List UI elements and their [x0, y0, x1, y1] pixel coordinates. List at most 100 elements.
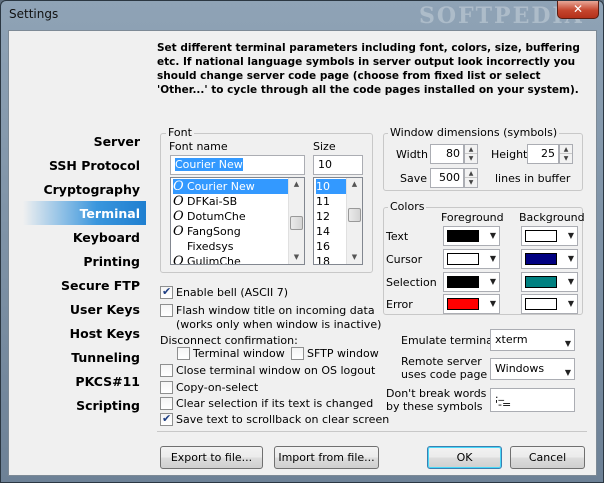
sftp-window-checkbox[interactable]	[291, 347, 304, 360]
disconnect-confirmation-label: Disconnect confirmation:	[160, 334, 298, 347]
emulate-terminal-select[interactable]: xterm ▼	[490, 329, 575, 351]
import-button[interactable]: Import from file...	[274, 446, 379, 469]
ok-button[interactable]: OK	[427, 446, 502, 469]
opentype-icon: O	[173, 209, 184, 224]
color-swatch	[447, 230, 479, 242]
spin-up-icon: ▲	[465, 169, 477, 178]
flash-title-label: Flash window title on incoming data	[176, 304, 375, 317]
nav-item-user-keys[interactable]: User Keys	[70, 302, 140, 317]
codepage-label-line1: Remote server	[401, 355, 482, 368]
save-scrollback-checkbox[interactable]	[160, 412, 173, 426]
color-row-label: Error	[386, 298, 413, 311]
scroll-thumb[interactable]	[348, 208, 361, 222]
nav-item-tunneling[interactable]: Tunneling	[71, 350, 140, 365]
codepage-select[interactable]: Windows ▼	[490, 358, 575, 380]
nav-item-ssh-protocol[interactable]: SSH Protocol	[49, 158, 140, 173]
list-item[interactable]: O GulimChe	[173, 254, 241, 264]
nav-item-terminal[interactable]: Terminal	[80, 206, 140, 221]
list-item[interactable]: 11	[316, 194, 330, 209]
title-bar[interactable]: Settings SOFTPEDIA ✕	[1, 1, 603, 29]
save-input[interactable]: 500	[430, 168, 464, 188]
height-label: Height	[491, 148, 528, 161]
flash-title-checkbox[interactable]	[160, 304, 173, 317]
width-spinner[interactable]: ▲ ▼	[464, 144, 478, 164]
font-size-input[interactable]: 10	[313, 155, 363, 175]
color-row-label: Selection	[386, 276, 437, 289]
list-item[interactable]: 18	[316, 254, 330, 264]
font-name-input[interactable]: Courier New	[170, 155, 305, 175]
dropdown-arrow-icon: ▼	[564, 339, 571, 348]
spin-down-icon: ▼	[563, 155, 569, 162]
list-item[interactable]: Fixedsys	[173, 239, 233, 254]
scroll-down-icon[interactable]: ▼	[292, 253, 301, 261]
cursor-fg-color-picker[interactable]: ▼	[443, 249, 500, 269]
font-list-scrollbar[interactable]: ▲ ▼	[288, 178, 304, 264]
save-suffix-label: lines in buffer	[495, 172, 571, 185]
cancel-button[interactable]: Cancel	[510, 446, 585, 469]
save-spinner[interactable]: ▲ ▼	[464, 168, 478, 188]
scroll-up-icon[interactable]: ▲	[350, 180, 359, 188]
close-icon: ✕	[572, 2, 584, 16]
scroll-up-icon[interactable]: ▲	[292, 180, 301, 188]
size-list-scrollbar[interactable]: ▲ ▼	[346, 178, 362, 264]
terminal-window-checkbox[interactable]	[177, 347, 190, 360]
error-fg-color-picker[interactable]: ▼	[443, 294, 500, 314]
cursor-bg-color-picker[interactable]: ▼	[521, 249, 578, 269]
nav-item-pkcs11[interactable]: PKCS#11	[75, 374, 140, 389]
height-spinner[interactable]: ▲ ▼	[559, 144, 573, 164]
nobreak-label-line2: by these symbols	[386, 400, 483, 413]
color-swatch	[447, 298, 479, 310]
colors-group-label: Colors	[388, 200, 427, 213]
nav-item-printing[interactable]: Printing	[83, 254, 140, 269]
separator	[157, 431, 587, 432]
list-item[interactable]: 16	[316, 239, 330, 254]
opentype-icon: O	[173, 194, 184, 209]
nobreak-symbols-line2: '-=	[495, 398, 512, 411]
nav-item-cryptography[interactable]: Cryptography	[43, 182, 140, 197]
color-row-label: Cursor	[386, 253, 423, 266]
list-item[interactable]: 14	[316, 224, 330, 239]
close-on-logout-checkbox[interactable]	[160, 364, 173, 377]
list-item[interactable]: 12	[316, 209, 330, 224]
list-item[interactable]: O FangSong	[173, 224, 241, 239]
nav-item-secure-ftp[interactable]: Secure FTP	[61, 278, 140, 293]
error-bg-color-picker[interactable]: ▼	[521, 294, 578, 314]
save-label: Save	[400, 172, 428, 185]
font-group-label: Font	[166, 126, 194, 139]
scroll-down-icon[interactable]: ▼	[350, 253, 359, 261]
dropdown-arrow-icon: ▼	[489, 299, 496, 308]
settings-window: Settings SOFTPEDIA ✕ Set different termi…	[0, 0, 604, 483]
list-item[interactable]: O DotumChe	[173, 209, 246, 224]
nav-item-keyboard[interactable]: Keyboard	[73, 230, 140, 245]
selection-fg-color-picker[interactable]: ▼	[443, 272, 500, 292]
color-swatch	[447, 253, 479, 265]
list-item[interactable]: O Courier New	[173, 179, 288, 194]
list-item[interactable]: O DFKai-SB	[173, 194, 237, 209]
nav-item-scripting[interactable]: Scripting	[76, 398, 140, 413]
enable-bell-checkbox[interactable]	[160, 285, 173, 299]
selection-bg-color-picker[interactable]: ▼	[521, 272, 578, 292]
copy-on-select-checkbox[interactable]	[160, 381, 173, 394]
nav-item-server[interactable]: Server	[94, 134, 140, 149]
spin-down-icon: ▼	[468, 179, 474, 186]
color-row-label: Text	[386, 230, 409, 243]
close-button[interactable]: ✕	[557, 1, 599, 19]
codepage-label-line2: uses code page	[401, 368, 488, 381]
width-input[interactable]: 80	[430, 144, 464, 164]
text-bg-color-picker[interactable]: ▼	[521, 226, 578, 246]
list-item[interactable]: 10	[316, 179, 346, 194]
font-name-list[interactable]: O Courier New O DFKai-SB O DotumChe O FangSo…	[170, 177, 305, 265]
export-button[interactable]: Export to file...	[160, 446, 263, 469]
text-fg-color-picker[interactable]: ▼	[443, 226, 500, 246]
font-size-label: Size	[313, 140, 336, 153]
background-header: Background	[519, 211, 585, 224]
nobreak-symbols-input[interactable]: ._ '-=	[490, 388, 575, 412]
scroll-thumb[interactable]	[290, 216, 303, 230]
emulate-terminal-label: Emulate terminal	[401, 334, 496, 347]
nobreak-label-line1: Don't break words	[386, 387, 487, 400]
nav-item-host-keys[interactable]: Host Keys	[70, 326, 140, 341]
height-input[interactable]: 25	[527, 144, 559, 164]
codepage-value: Windows	[495, 362, 545, 375]
font-size-list[interactable]: 10 11 12 14 16 18 ▲ ▼	[313, 177, 363, 265]
clear-selection-checkbox[interactable]	[160, 397, 173, 410]
